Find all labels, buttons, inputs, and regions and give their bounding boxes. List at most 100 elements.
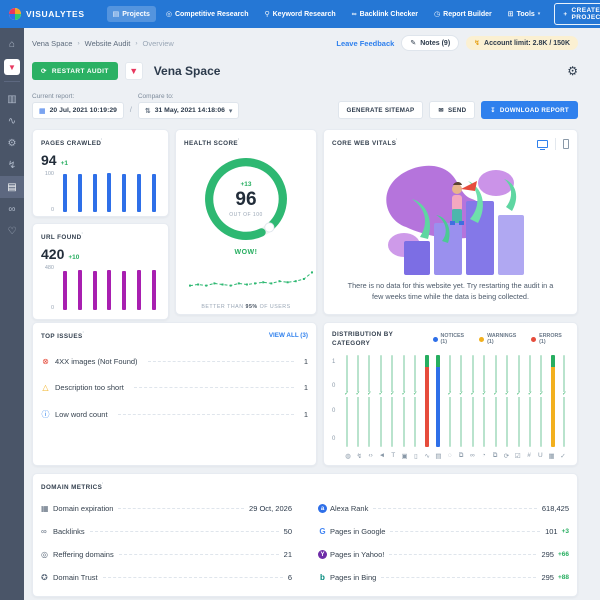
ok-line: [414, 355, 416, 447]
metric-row: ∞Backlinks50: [41, 520, 292, 543]
lightning-icon[interactable]: ↯: [355, 452, 363, 460]
mobile-icon[interactable]: ▯: [412, 452, 420, 460]
category-column[interactable]: [550, 355, 555, 447]
project-avatar[interactable]: ▼: [4, 59, 20, 75]
issue-row[interactable]: ⓘLow word count1: [41, 409, 308, 420]
nav-backlink-checker[interactable]: ∞Backlink Checker: [346, 7, 424, 22]
mobile-icon[interactable]: [563, 139, 569, 149]
metric-row: ▦Domain expiration29 Oct, 2026: [41, 497, 292, 520]
create-project-button[interactable]: + CREATE PROJECT: [554, 3, 600, 25]
underline-icon[interactable]: U: [536, 452, 544, 460]
metric-label: Pages in Bing: [330, 573, 376, 582]
pulse-icon[interactable]: ∿: [423, 452, 431, 460]
check-icon: ✓: [379, 392, 384, 398]
restart-audit-button[interactable]: ⟳ RESTART AUDIT: [32, 62, 118, 80]
category-column[interactable]: [436, 355, 441, 447]
search-icon[interactable]: ◌: [446, 452, 454, 460]
y-tick: 0: [332, 408, 335, 414]
text-icon[interactable]: T: [389, 452, 397, 460]
category-column[interactable]: ✓: [447, 355, 452, 447]
copy-icon[interactable]: ⧉: [491, 452, 499, 460]
form-icon[interactable]: ☑: [514, 452, 522, 460]
download-report-button[interactable]: ↧ DOWNLOAD REPORT: [481, 101, 578, 119]
issue-row[interactable]: △Description too short1: [41, 383, 308, 392]
nav-projects[interactable]: ▤Projects: [107, 6, 156, 22]
check-icon: ✓: [344, 392, 349, 398]
breadcrumb-item[interactable]: Vena Space: [32, 39, 72, 48]
site-audit-icon[interactable]: ▤: [0, 176, 24, 198]
view-all-link[interactable]: VIEW ALL (3): [269, 332, 308, 339]
clock-icon[interactable]: ◔: [480, 452, 488, 460]
settings-gear-icon[interactable]: ⚙: [567, 64, 578, 78]
category-column[interactable]: ✓: [344, 355, 349, 447]
category-column[interactable]: ✓: [401, 355, 406, 447]
breadcrumb-item[interactable]: Website Audit: [85, 39, 131, 48]
category-column[interactable]: ✓: [470, 355, 475, 447]
account-limit-badge[interactable]: ↯ Account limit: 2.8K / 150K: [466, 36, 578, 50]
check-icon: ✓: [356, 392, 361, 398]
notes-button[interactable]: ✎ Notes (9): [401, 35, 459, 51]
external-link-icon[interactable]: ⧉: [457, 452, 465, 460]
nav-tools[interactable]: ⊞Tools▾: [502, 6, 547, 22]
category-column[interactable]: ✓: [390, 355, 395, 447]
category-column[interactable]: ✓: [516, 355, 521, 447]
category-column[interactable]: ✓: [367, 355, 372, 447]
main-content: Vena Space›Website Audit›Overview Leave …: [24, 28, 600, 600]
refresh-icon[interactable]: ⟳: [502, 452, 510, 460]
category-column[interactable]: ✓: [505, 355, 510, 447]
pulse-icon[interactable]: ∿: [0, 110, 24, 132]
links-icon[interactable]: ∞: [0, 198, 24, 220]
y-tick: 0: [332, 436, 335, 442]
nav-label: Keyword Research: [273, 11, 336, 18]
world-icon[interactable]: ◍: [344, 452, 352, 460]
category-column[interactable]: ✓: [493, 355, 498, 447]
category-column[interactable]: ✓: [413, 355, 418, 447]
link-icon[interactable]: ∞: [468, 452, 476, 460]
megaphone-icon[interactable]: ◄: [378, 452, 386, 460]
document-icon[interactable]: ▤: [435, 452, 443, 460]
generate-sitemap-button[interactable]: GENERATE SITEMAP: [338, 101, 424, 119]
send-button[interactable]: ✉ SEND: [429, 101, 475, 119]
like-icon[interactable]: ♡: [0, 220, 24, 242]
metric-row: GPages in Google101+3: [318, 520, 569, 543]
category-column[interactable]: ✓: [459, 355, 464, 447]
nav-report-builder[interactable]: ◷Report Builder: [428, 6, 498, 22]
check-icon[interactable]: ✓: [559, 452, 567, 460]
home-icon[interactable]: ⌂: [0, 33, 24, 55]
category-column[interactable]: ✓: [539, 355, 544, 447]
category-column[interactable]: ✓: [482, 355, 487, 447]
category-column[interactable]: ✓: [528, 355, 533, 447]
bar: [107, 173, 111, 212]
issue-row[interactable]: ⊗4XX images (Not Found)1: [41, 357, 308, 366]
metric-value: 618,425: [542, 504, 569, 513]
category-column[interactable]: [424, 355, 429, 447]
chip-icon[interactable]: ▦: [548, 452, 556, 460]
nav-keyword-research[interactable]: ⚲Keyword Research: [258, 6, 341, 22]
url-found-title: URL FOUNDⁱ: [41, 232, 160, 241]
gears-icon[interactable]: ⚙: [0, 132, 24, 154]
hash-icon[interactable]: #: [525, 452, 533, 460]
health-score-card: HEALTH SCOREⁱ +13 96 OUT OF 100 WOW!: [175, 129, 317, 315]
current-report-datepicker[interactable]: ▦ 20 Jul, 2021 10:19:29: [32, 102, 124, 119]
yahoo-icon: Y: [318, 550, 327, 559]
leader-line: [148, 361, 294, 362]
nav-competitive-research[interactable]: ◎Competitive Research: [160, 6, 255, 22]
lightning-icon[interactable]: ↯: [0, 154, 24, 176]
ok-line: [391, 355, 393, 447]
compare-report-dropdown[interactable]: ⇅ 31 May, 2021 14:18:06 ▾: [138, 102, 240, 119]
category-column[interactable]: ✓: [562, 355, 567, 447]
category-column[interactable]: ✓: [378, 355, 383, 447]
image-icon[interactable]: ▣: [401, 452, 409, 460]
leave-feedback-link[interactable]: Leave Feedback: [336, 39, 394, 48]
rank-chart-icon[interactable]: ▥: [0, 88, 24, 110]
legend-item: NOTICES (1): [433, 333, 472, 345]
brand-logo-icon: [8, 7, 22, 21]
project-logo-dropdown[interactable]: ▼: [125, 62, 143, 80]
bar: [107, 270, 111, 310]
category-column[interactable]: ✓: [355, 355, 360, 447]
check-icon: ✓: [562, 392, 567, 398]
nav-label: Competitive Research: [175, 11, 249, 18]
desktop-icon[interactable]: [537, 140, 548, 148]
domain-metrics-title: DOMAIN METRICSⁱ: [41, 482, 569, 491]
code-icon[interactable]: ‹›: [367, 452, 375, 460]
